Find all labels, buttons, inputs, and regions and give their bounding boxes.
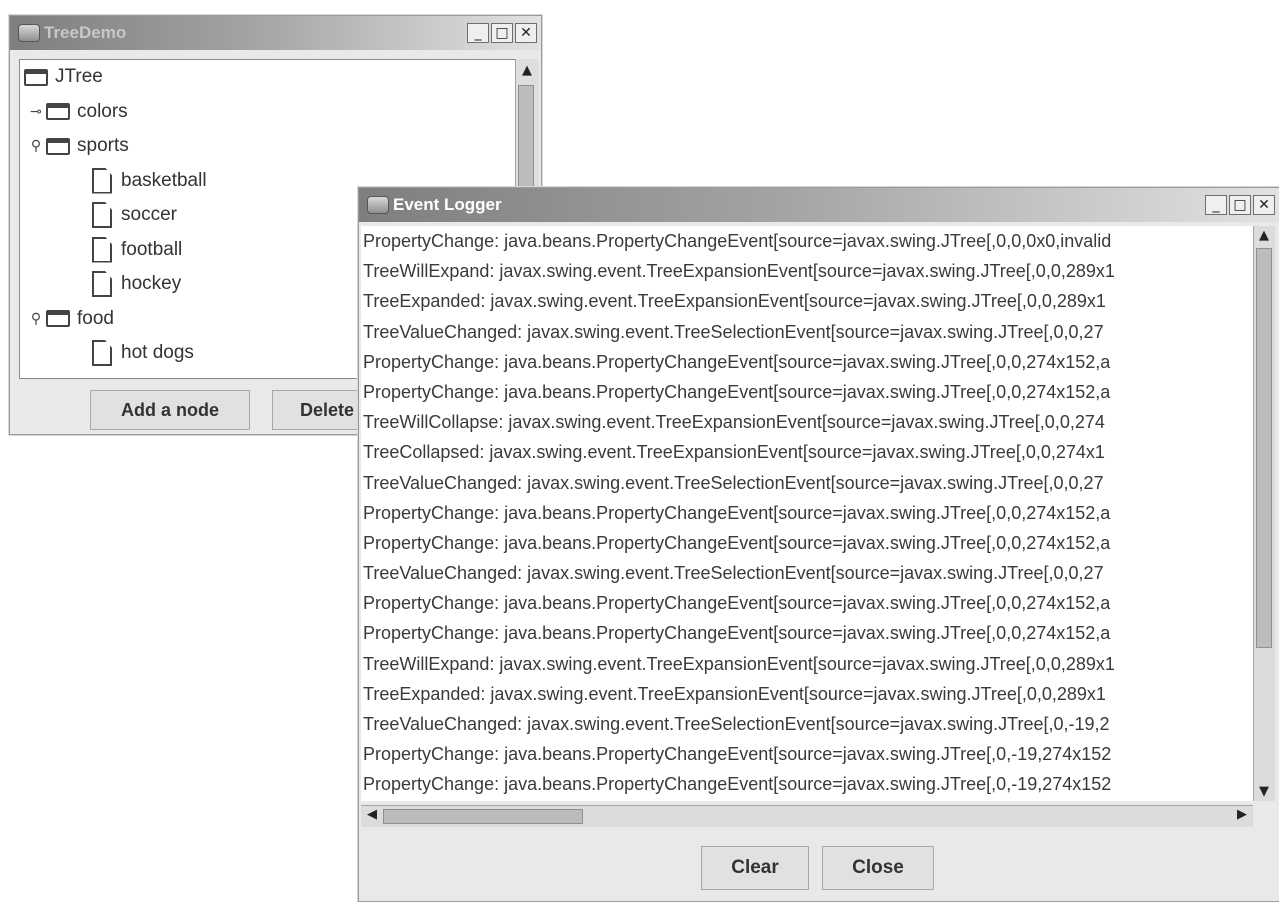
scroll-down-arrow-icon[interactable]: ▼: [1255, 784, 1273, 799]
tree-node[interactable]: ⚲ food: [26, 304, 114, 334]
log-line: TreeValueChanged: javax.swing.event.Tree…: [363, 563, 1104, 584]
scroll-left-arrow-icon[interactable]: ◀: [363, 807, 381, 822]
logger-titlebar[interactable]: Event Logger _ □ ✕: [359, 188, 1279, 222]
folder-icon: [46, 310, 70, 327]
log-line: TreeValueChanged: javax.swing.event.Tree…: [363, 472, 1104, 493]
log-line: TreeWillExpand: javax.swing.event.TreeEx…: [363, 261, 1115, 282]
tree-node-label: JTree: [55, 66, 103, 87]
close-logger-button[interactable]: Close: [822, 846, 934, 890]
log-line: PropertyChange: java.beans.PropertyChang…: [363, 351, 1111, 372]
log-horizontal-scrollbar[interactable]: ◀ ▶: [361, 805, 1253, 827]
log-line: PropertyChange: java.beans.PropertyChang…: [363, 623, 1111, 644]
folder-icon: [24, 68, 48, 86]
log-line: TreeWillCollapse: javax.swing.event.Tree…: [363, 412, 1105, 433]
expanded-handle-icon[interactable]: ⚲: [26, 138, 46, 154]
maximize-button[interactable]: □: [491, 23, 513, 43]
java-cup-icon: [18, 24, 40, 42]
tree-node[interactable]: hockey: [92, 269, 181, 299]
log-line: PropertyChange: java.beans.PropertyChang…: [363, 502, 1111, 523]
log-line: PropertyChange: java.beans.PropertyChang…: [363, 532, 1111, 553]
tree-node-label: colors: [77, 100, 128, 122]
log-line: PropertyChange: java.beans.PropertyChang…: [363, 744, 1112, 765]
tree-window-title: TreeDemo: [44, 23, 127, 42]
add-node-button[interactable]: Add a node: [90, 390, 250, 430]
tree-node[interactable]: soccer: [92, 200, 177, 230]
tree-node[interactable]: JTree: [24, 62, 103, 92]
tree-node-label: food: [77, 307, 114, 329]
log-vertical-scroll-thumb[interactable]: [1256, 248, 1272, 648]
tree-node-label: football: [121, 238, 183, 260]
leaf-icon: [92, 271, 112, 297]
tree-node[interactable]: football: [92, 235, 182, 265]
scroll-right-arrow-icon[interactable]: ▶: [1233, 807, 1251, 822]
log-line: PropertyChange: java.beans.PropertyChang…: [363, 774, 1112, 795]
event-logger-window: Event Logger _ □ ✕ PropertyChange: java.…: [358, 187, 1279, 902]
folder-icon: [46, 137, 70, 155]
folder-icon: [46, 103, 70, 120]
close-button[interactable]: ✕: [515, 23, 537, 43]
leaf-icon: [92, 202, 112, 228]
tree-node[interactable]: ⊸ colors: [26, 97, 128, 127]
leaf-icon: [92, 340, 112, 366]
log-line: TreeValueChanged: javax.swing.event.Tree…: [363, 714, 1110, 734]
tree-node[interactable]: ⚲ sports: [26, 131, 129, 161]
log-line: TreeValueChanged: javax.swing.event.Tree…: [363, 321, 1104, 342]
maximize-button[interactable]: □: [1229, 195, 1251, 215]
tree-node[interactable]: hot dogs: [92, 338, 194, 368]
expanded-handle-icon[interactable]: ⚲: [26, 311, 46, 327]
clear-button[interactable]: Clear: [701, 846, 809, 890]
log-line: TreeWillExpand: javax.swing.event.TreeEx…: [363, 653, 1115, 674]
minimize-button[interactable]: _: [467, 23, 489, 43]
tree-node-label: hot dogs: [121, 342, 194, 363]
tree-node-label: basketball: [121, 169, 207, 191]
tree-node[interactable]: basketball: [92, 166, 207, 196]
leaf-icon: [92, 167, 112, 194]
log-line: PropertyChange: java.beans.PropertyChang…: [363, 593, 1111, 614]
tree-node-label: hockey: [121, 273, 182, 294]
java-cup-icon: [367, 196, 389, 214]
collapsed-handle-icon[interactable]: ⊸: [26, 104, 46, 120]
tree-node-label: soccer: [121, 204, 177, 225]
close-button[interactable]: ✕: [1253, 195, 1275, 215]
log-vertical-scrollbar[interactable]: ▲ ▼: [1253, 226, 1275, 801]
log-line: TreeExpanded: javax.swing.event.TreeExpa…: [363, 291, 1106, 312]
log-line: TreeExpanded: javax.swing.event.TreeExpa…: [363, 683, 1106, 704]
scroll-up-arrow-icon[interactable]: ▲: [518, 63, 536, 78]
log-line: PropertyChange: java.beans.PropertyChang…: [363, 381, 1111, 402]
logger-title: Event Logger: [393, 195, 502, 214]
event-log-text-area[interactable]: PropertyChange: java.beans.PropertyChang…: [361, 226, 1253, 801]
tree-node-label: sports: [77, 135, 129, 156]
log-horizontal-scroll-thumb[interactable]: [383, 809, 583, 824]
log-line: TreeCollapsed: javax.swing.event.TreeExp…: [363, 442, 1105, 463]
leaf-icon: [92, 236, 112, 263]
log-line: PropertyChange: java.beans.PropertyChang…: [363, 231, 1112, 251]
scroll-up-arrow-icon[interactable]: ▲: [1255, 228, 1273, 243]
tree-window-titlebar[interactable]: TreeDemo _ □ ✕: [10, 16, 541, 50]
minimize-button[interactable]: _: [1205, 195, 1227, 215]
